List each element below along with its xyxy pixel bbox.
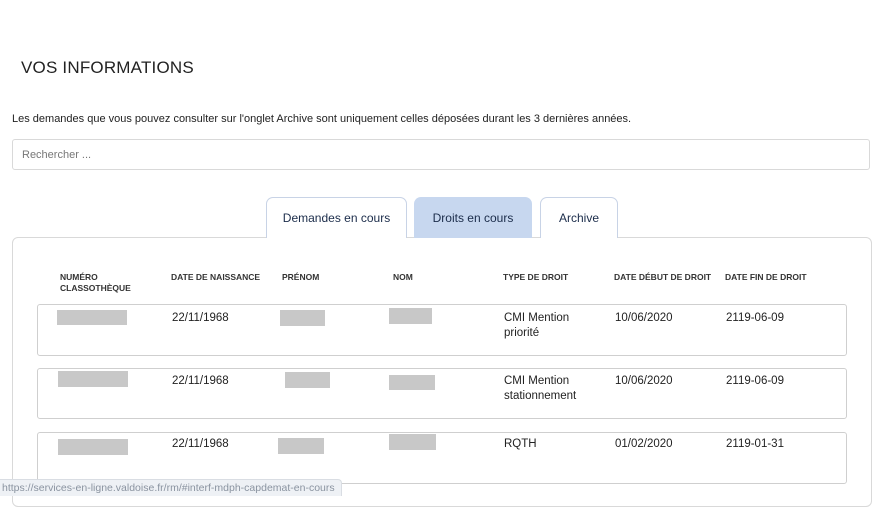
redacted-prenom	[280, 310, 325, 326]
redacted-numero	[57, 310, 127, 325]
column-header-date-fin-droit: DATE FIN DE DROIT	[725, 272, 807, 282]
cell-date-naissance: 22/11/1968	[172, 438, 229, 450]
column-header-numero-classotheque: NUMÉRO CLASSOTHÈQUE	[60, 272, 131, 293]
cell-date-fin: 2119-01-31	[726, 438, 784, 450]
redacted-numero	[58, 371, 128, 387]
search-box	[12, 139, 870, 170]
redacted-nom	[389, 375, 435, 390]
column-header-prenom: PRÉNOM	[282, 272, 320, 282]
cell-date-debut: 01/02/2020	[615, 438, 673, 450]
cell-type-droit: CMI Mention priorité	[504, 312, 570, 339]
column-header-nom: NOM	[393, 272, 413, 282]
cell-date-fin: 2119-06-09	[726, 375, 784, 387]
cell-date-debut: 10/06/2020	[615, 312, 673, 324]
status-bar-url: https://services-en-ligne.valdoise.fr/rm…	[0, 479, 342, 496]
archive-notice: Les demandes que vous pouvez consulter s…	[12, 113, 632, 125]
tab-demandes-en-cours[interactable]: Demandes en cours	[266, 197, 407, 238]
column-header-date-debut-droit: DATE DÉBUT DE DROIT	[614, 272, 712, 282]
search-input[interactable]	[13, 140, 869, 169]
table-row[interactable]: 22/11/1968 CMI Mention priorité 10/06/20…	[37, 304, 847, 356]
page-title: VOS INFORMATIONS	[21, 58, 194, 77]
redacted-prenom	[285, 372, 330, 388]
redacted-nom	[389, 434, 436, 450]
tab-archive[interactable]: Archive	[540, 197, 618, 238]
redacted-nom	[389, 308, 432, 324]
cell-date-debut: 10/06/2020	[615, 375, 673, 387]
column-header-date-naissance: DATE DE NAISSANCE	[171, 272, 261, 282]
redacted-prenom	[278, 438, 324, 454]
column-header-type-droit: TYPE DE DROIT	[503, 272, 569, 282]
cell-type-droit: RQTH	[504, 438, 537, 450]
cell-date-naissance: 22/11/1968	[172, 312, 229, 324]
cell-date-naissance: 22/11/1968	[172, 375, 229, 387]
table-row[interactable]: 22/11/1968 RQTH 01/02/2020 2119-01-31	[37, 432, 847, 484]
cell-type-droit: CMI Mention stationnement	[504, 375, 577, 402]
cell-date-fin: 2119-06-09	[726, 312, 784, 324]
redacted-numero	[58, 439, 128, 455]
tab-droits-en-cours[interactable]: Droits en cours	[414, 197, 532, 238]
table-row[interactable]: 22/11/1968 CMI Mention stationnement 10/…	[37, 368, 847, 419]
